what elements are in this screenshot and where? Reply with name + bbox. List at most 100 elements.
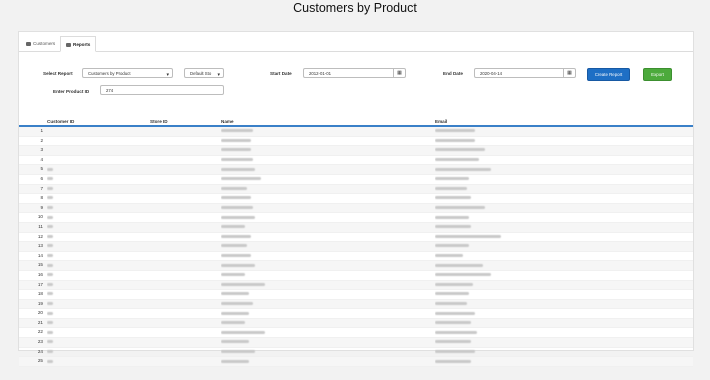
create-report-button[interactable]: Create Report <box>587 68 630 81</box>
redacted-text <box>435 301 467 305</box>
table-row: 14 <box>19 251 693 262</box>
redacted-text <box>435 138 475 142</box>
store-id-cell <box>150 337 221 348</box>
row-number: 17 <box>19 280 47 291</box>
customer-id-cell <box>47 270 150 281</box>
customer-id-cell <box>47 203 150 214</box>
export-button[interactable]: Export <box>643 68 672 81</box>
row-number: 10 <box>19 212 47 223</box>
redacted-text <box>435 206 485 210</box>
email-cell <box>435 184 693 195</box>
redacted-text <box>221 215 255 219</box>
table-row: 21 <box>19 318 693 329</box>
redacted-text <box>221 292 249 296</box>
email-cell <box>435 174 693 185</box>
calendar-icon[interactable]: ▦ <box>393 68 405 78</box>
calendar-icon[interactable]: ▦ <box>563 68 575 78</box>
store-id-cell <box>150 174 221 185</box>
redacted-text <box>435 273 491 277</box>
name-header: Name <box>221 118 435 127</box>
customer-id-cell <box>47 308 150 319</box>
report-select[interactable]: Customers by Product ▾ <box>82 68 173 78</box>
tab-reports-label: Reports <box>73 42 91 47</box>
chevron-down-icon: ▾ <box>166 72 169 78</box>
table-row: 16 <box>19 270 693 281</box>
redacted-text <box>221 186 247 190</box>
redacted-text <box>47 273 53 277</box>
name-cell <box>221 241 435 252</box>
start-date-field[interactable]: 2012-01-01 ▦ <box>303 68 406 78</box>
redacted-text <box>435 311 475 315</box>
store-id-cell <box>150 280 221 291</box>
name-cell <box>221 164 435 175</box>
redacted-text <box>435 148 485 152</box>
email-cell <box>435 203 693 214</box>
redacted-text <box>435 234 501 238</box>
redacted-text <box>47 292 53 296</box>
table-row: 12 <box>19 232 693 243</box>
table-row: 1 <box>19 126 693 137</box>
results-table: Customer ID Store ID Name Email 12345678… <box>19 118 693 367</box>
redacted-text <box>221 158 253 162</box>
row-number: 7 <box>19 184 47 195</box>
redacted-text <box>221 148 251 152</box>
redacted-text <box>47 167 53 171</box>
redacted-text <box>47 196 53 200</box>
email-cell <box>435 337 693 348</box>
row-number: 11 <box>19 222 47 233</box>
row-number: 13 <box>19 241 47 252</box>
redacted-text <box>221 301 253 305</box>
customer-id-cell <box>47 174 150 185</box>
customer-id-cell <box>47 337 150 348</box>
store-id-cell <box>150 347 221 358</box>
customer-id-cell <box>47 222 150 233</box>
row-number: 23 <box>19 337 47 348</box>
row-number: 25 <box>19 356 47 367</box>
table-row: 25 <box>19 356 693 367</box>
row-number: 19 <box>19 299 47 310</box>
customer-id-cell <box>47 327 150 339</box>
end-date-field[interactable]: 2020-04-14 ▦ <box>474 68 576 78</box>
redacted-text <box>435 349 475 353</box>
row-number: 21 <box>19 318 47 329</box>
redacted-text <box>221 330 265 334</box>
store-id-cell <box>150 193 221 204</box>
redacted-text <box>435 330 477 334</box>
email-cell <box>435 145 693 156</box>
redacted-text <box>47 177 53 181</box>
product-id-input[interactable]: 274 <box>100 85 224 95</box>
end-date-value: 2020-04-14 <box>480 71 502 76</box>
export-label: Export <box>651 72 664 77</box>
customer-id-cell <box>47 212 150 223</box>
table-row: 7 <box>19 184 693 195</box>
customer-id-cell <box>47 356 150 367</box>
table-row: 22 <box>19 327 693 339</box>
store-select[interactable]: Default Sto ▾ <box>184 68 224 78</box>
customer-id-cell <box>47 184 150 195</box>
row-number: 14 <box>19 251 47 262</box>
table-row: 20 <box>19 308 693 319</box>
redacted-text <box>221 167 255 171</box>
redacted-text <box>47 301 53 305</box>
name-cell <box>221 270 435 281</box>
redacted-text <box>221 129 253 133</box>
name-cell <box>221 212 435 223</box>
store-id-cell <box>150 241 221 252</box>
redacted-text <box>435 225 471 229</box>
chevron-down-icon: ▾ <box>217 72 220 78</box>
customer-id-cell <box>47 347 150 358</box>
redacted-text <box>435 292 469 296</box>
report-panel: Customers Reports Select Report Customer… <box>18 31 694 367</box>
name-cell <box>221 308 435 319</box>
row-number: 15 <box>19 260 47 271</box>
name-cell <box>221 327 435 339</box>
tab-reports[interactable]: Reports <box>60 36 97 52</box>
redacted-text <box>435 196 471 200</box>
redacted-text <box>221 225 245 229</box>
store-id-cell <box>150 126 221 137</box>
tab-customers[interactable]: Customers <box>21 36 60 51</box>
table-row: 15 <box>19 260 693 271</box>
store-id-cell <box>150 318 221 329</box>
row-number: 18 <box>19 289 47 300</box>
store-id-cell <box>150 260 221 271</box>
